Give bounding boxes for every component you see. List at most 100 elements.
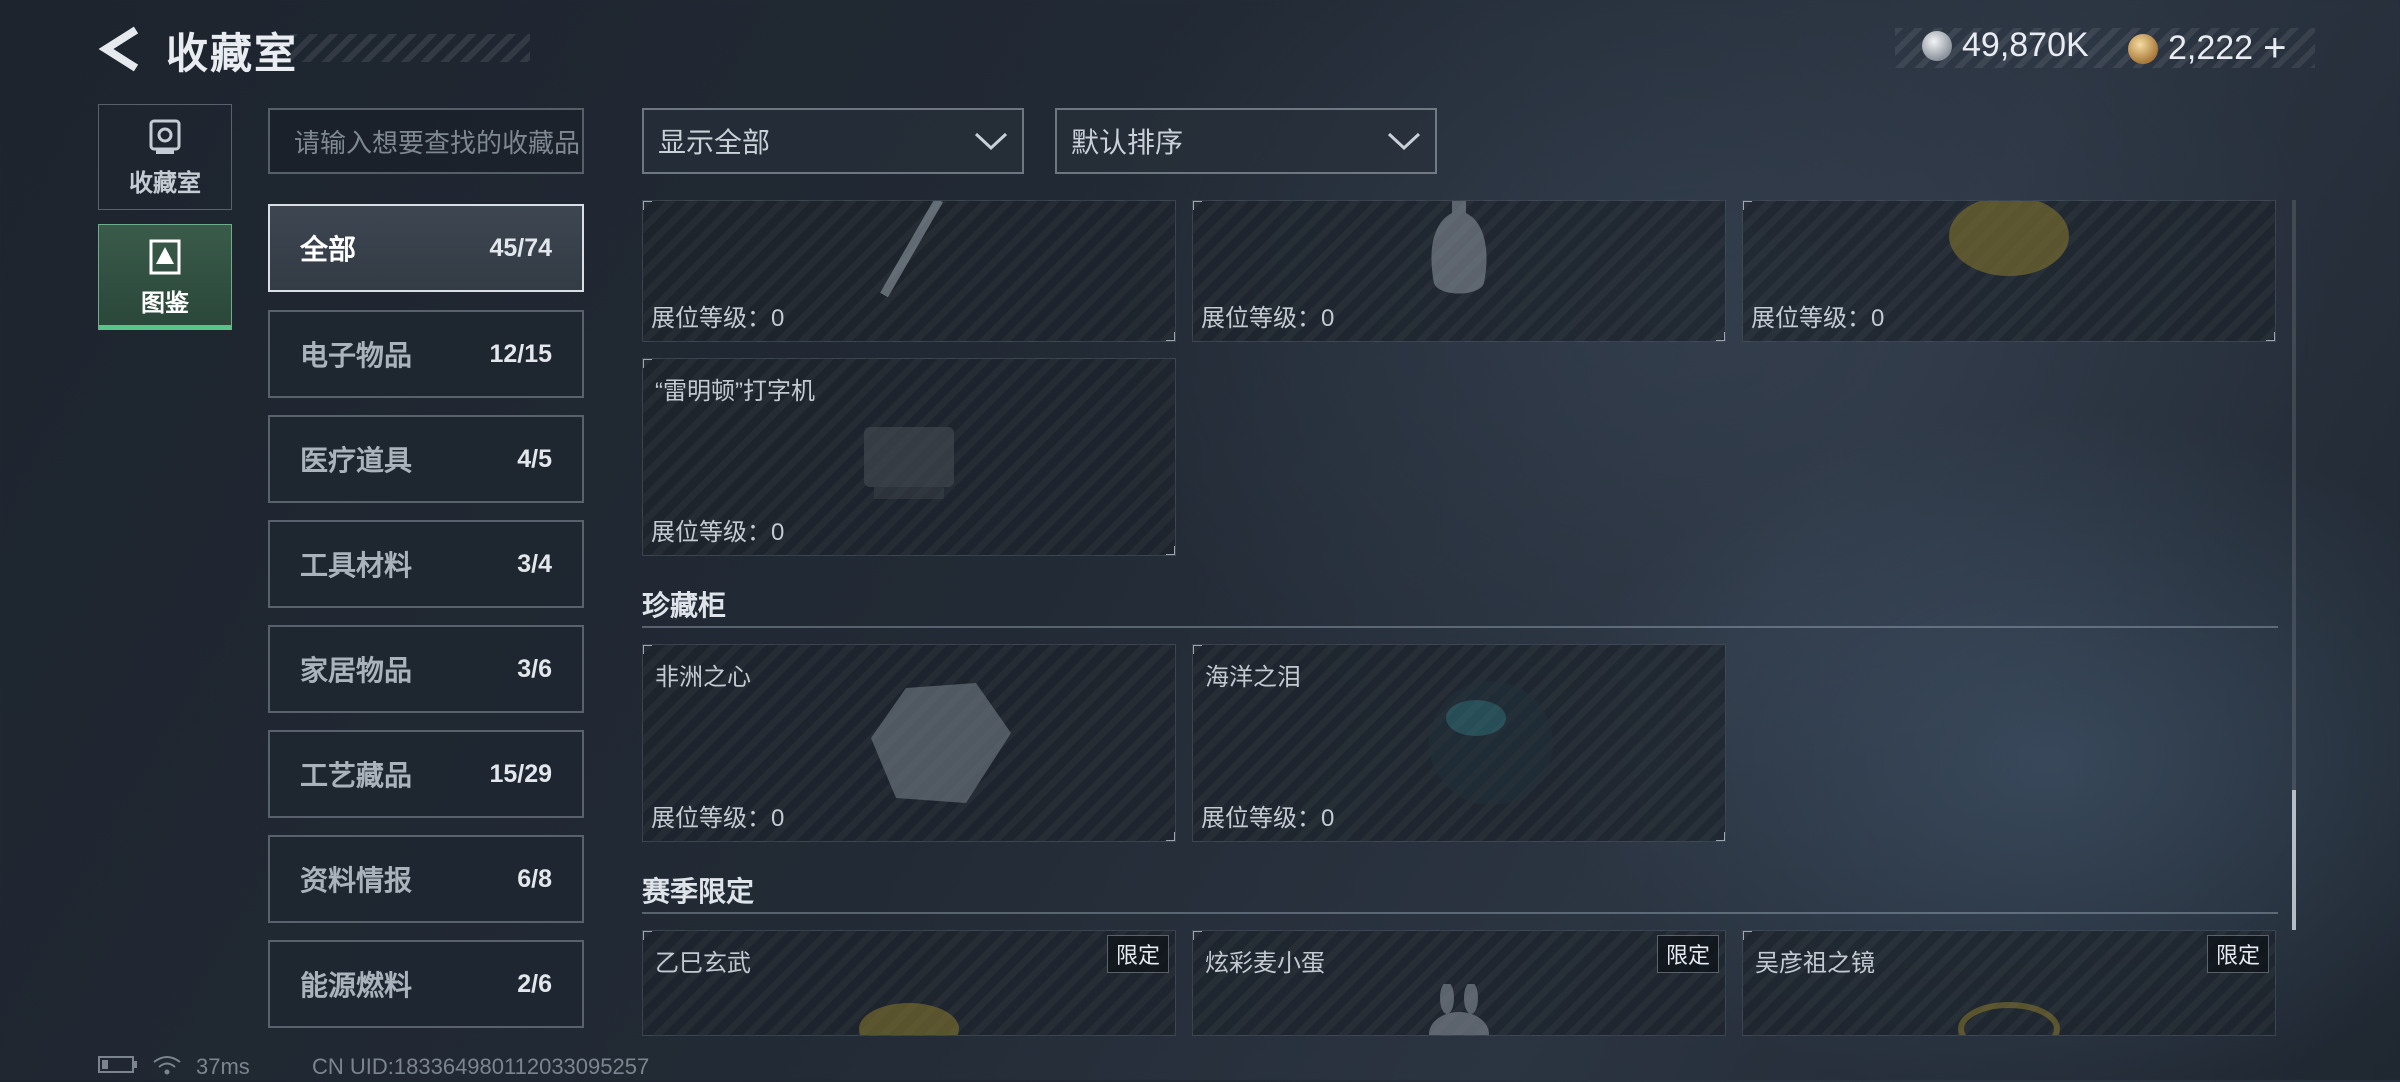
category-label: 医疗道具 <box>300 445 413 476</box>
collection-card[interactable]: 炫彩麦小蛋 限定 <box>1192 930 1726 1036</box>
section-title: 赛季限定 <box>642 876 755 907</box>
card-corner <box>643 359 652 368</box>
back-arrow-icon <box>98 26 139 72</box>
category-crafts[interactable]: 工艺藏品 15/29 <box>268 730 584 818</box>
category-electronics[interactable]: 电子物品 12/15 <box>268 310 584 398</box>
card-corner <box>1743 931 1752 940</box>
tab-codex-label: 图鉴 <box>141 289 189 317</box>
card-corner <box>1716 332 1725 341</box>
search-placeholder: 请输入想要查找的收藏品 <box>294 127 581 158</box>
display-level: 展位等级：0 <box>1201 805 1335 832</box>
card-corner <box>1193 201 1202 210</box>
add-currency-button[interactable]: + <box>2263 26 2286 71</box>
filter-dropdown[interactable]: 显示全部 <box>642 108 1024 174</box>
display-level: 展位等级：0 <box>651 305 785 332</box>
category-count: 2/6 <box>517 969 552 998</box>
item-name: 非洲之心 <box>655 664 751 691</box>
category-count: 3/6 <box>517 654 552 683</box>
category-label: 资料情报 <box>300 865 413 896</box>
category-label: 全部 <box>300 234 357 265</box>
silver-amount: 49,870K <box>1962 26 2089 64</box>
display-level: 展位等级：0 <box>651 519 785 546</box>
card-corner <box>1193 645 1202 654</box>
blue-gem-art <box>1428 681 1553 805</box>
card-corner <box>643 931 652 940</box>
category-count: 6/8 <box>517 864 552 893</box>
category-count: 3/4 <box>517 549 552 578</box>
category-intel[interactable]: 资料情报 6/8 <box>268 835 584 923</box>
limited-badge: 限定 <box>1656 935 1719 973</box>
item-name: 炫彩麦小蛋 <box>1205 950 1325 977</box>
collection-card[interactable]: 展位等级：0 <box>1742 200 2276 342</box>
collection-card[interactable]: 展位等级：0 <box>1192 200 1726 342</box>
silver-coin-icon <box>1922 30 1952 61</box>
card-corner <box>1743 201 1752 210</box>
collection-card[interactable]: “雷明顿”打字机 展位等级：0 <box>642 358 1176 556</box>
back-button[interactable] <box>98 24 144 74</box>
card-corner <box>1166 546 1175 555</box>
category-label: 工具材料 <box>300 550 413 581</box>
typewriter-art <box>864 427 954 499</box>
sort-dropdown[interactable]: 默认排序 <box>1055 108 1437 174</box>
tab-codex[interactable]: 图鉴 <box>98 224 232 330</box>
tab-collection-room-label: 收藏室 <box>129 169 201 197</box>
ping-value: 37ms <box>196 1054 250 1079</box>
currency-gold: 2,222 + <box>2128 26 2286 71</box>
vase-art <box>1431 201 1487 294</box>
scrollbar-thumb[interactable] <box>2292 790 2296 930</box>
category-energy[interactable]: 能源燃料 2/6 <box>268 940 584 1028</box>
collection-card[interactable]: 吴彦祖之镜 限定 <box>1742 930 2276 1036</box>
category-household[interactable]: 家居物品 3/6 <box>268 625 584 713</box>
tortoise-art <box>859 1003 959 1035</box>
collection-card[interactable]: 非洲之心 展位等级：0 <box>642 644 1176 842</box>
section-divider <box>642 626 2278 628</box>
category-all[interactable]: 全部 45/74 <box>268 204 584 292</box>
category-count: 12/15 <box>489 339 552 368</box>
chevron-down-icon <box>974 132 1008 151</box>
display-level: 展位等级：0 <box>651 805 785 832</box>
card-corner <box>2266 332 2275 341</box>
card-corner <box>1166 832 1175 841</box>
currency-silver: 49,870K <box>1922 26 2089 65</box>
item-name: 乙巳玄武 <box>655 950 751 977</box>
category-count: 4/5 <box>517 444 552 473</box>
collection-card[interactable]: 乙巳玄武 限定 <box>642 930 1176 1036</box>
limited-badge: 限定 <box>1106 935 1169 973</box>
tab-collection-room[interactable]: 收藏室 <box>98 104 232 210</box>
category-label: 能源燃料 <box>300 970 413 1001</box>
battery-icon <box>98 1054 138 1080</box>
gold-amount: 2,222 <box>2168 29 2254 67</box>
display-level: 展位等级：0 <box>1201 305 1335 332</box>
gold-statue-art <box>1949 201 2069 276</box>
active-tab-indicator <box>99 325 231 330</box>
filter-selected: 显示全部 <box>658 127 771 158</box>
category-count: 45/74 <box>489 233 552 262</box>
limited-badge: 限定 <box>2206 935 2269 973</box>
item-name: “雷明顿”打字机 <box>655 378 815 405</box>
codex-icon <box>145 237 185 277</box>
card-corner <box>1166 332 1175 341</box>
chevron-down-icon <box>1387 132 1421 151</box>
card-corner <box>1716 832 1725 841</box>
category-medical[interactable]: 医疗道具 4/5 <box>268 415 584 503</box>
card-corner <box>643 201 652 210</box>
category-label: 电子物品 <box>300 340 413 371</box>
player-uid: CN UID:18336498011203309525​7 <box>312 1054 650 1079</box>
sort-selected: 默认排序 <box>1071 127 1184 158</box>
diamond-art <box>870 683 1011 803</box>
item-name: 海洋之泪 <box>1205 664 1301 691</box>
category-label: 工艺藏品 <box>300 760 413 791</box>
gold-coin-icon <box>2128 33 2158 64</box>
category-count: 15/29 <box>489 759 552 788</box>
page-title: 收藏室 <box>166 30 299 77</box>
collection-card[interactable]: 海洋之泪 展位等级：0 <box>1192 644 1726 842</box>
search-input[interactable]: 请输入想要查找的收藏品 <box>268 108 584 174</box>
category-tools[interactable]: 工具材料 3/4 <box>268 520 584 608</box>
card-corner <box>643 645 652 654</box>
section-title: 珍藏柜 <box>642 590 727 621</box>
rabbit-art <box>1429 984 1489 1035</box>
collection-card[interactable]: 展位等级：0 <box>642 200 1176 342</box>
mirror-art <box>1958 1002 2060 1035</box>
section-divider <box>642 912 2278 914</box>
wifi-icon <box>152 1054 182 1082</box>
